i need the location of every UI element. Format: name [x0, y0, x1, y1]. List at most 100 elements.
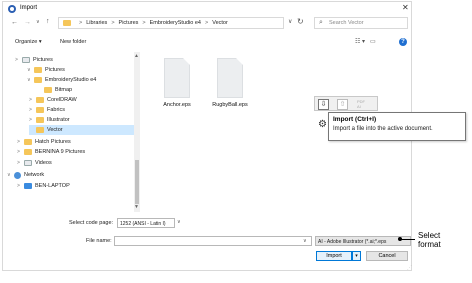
resize-grip-icon[interactable]: ⋰ [407, 265, 412, 271]
tree-item-label: Fabrics [47, 107, 66, 113]
code-page-select[interactable]: 1252 (ANSI - Latin I) [117, 218, 175, 228]
tree-item-videos[interactable]: > Videos [17, 158, 135, 168]
tree-item-label: Bitmap [55, 87, 73, 93]
expand-chevron-icon[interactable]: > [15, 57, 22, 63]
cancel-button[interactable]: Cancel [366, 251, 408, 261]
tooltip-title: Import (Ctrl+I) [333, 116, 377, 123]
code-page-label: Select code page: [69, 220, 114, 226]
tree-item-network[interactable]: ∨ Network [7, 170, 135, 180]
expand-chevron-icon[interactable]: > [17, 149, 24, 155]
tree-item-label: BEN-LAPTOP [35, 183, 70, 189]
tree-item-pictures[interactable]: ∨ Pictures [27, 65, 135, 75]
gear-icon[interactable]: ⚙ [318, 119, 327, 130]
expand-chevron-icon[interactable]: > [17, 183, 24, 189]
search-box[interactable]: ⌕ Search Vector [314, 17, 408, 29]
collapse-chevron-icon[interactable]: ∨ [27, 77, 34, 83]
import-tooltip: Import (Ctrl+I) Import a file into the a… [328, 112, 466, 141]
tooltip-body: Import a file into the active document. [333, 126, 433, 132]
collapse-chevron-icon[interactable]: ∨ [27, 67, 34, 73]
folder-icon [44, 87, 52, 93]
tree-item-embroiderystudio-e4[interactable]: ∨ EmbroideryStudio e4 [27, 75, 135, 85]
tree-item-label: Pictures [33, 57, 53, 63]
folder-icon [34, 77, 42, 83]
import-toolbar: ⇩ ⇧ PDF AI [314, 96, 378, 111]
document-icon [164, 58, 190, 98]
tree-item-pictures[interactable]: > Pictures [15, 55, 135, 65]
callout-line-1: Select [418, 231, 441, 240]
command-bar: Organize ▾ New folder ☷ ▾ ▭ ? [3, 35, 411, 49]
tree-item-vector[interactable]: Vector [29, 125, 135, 135]
forward-button[interactable]: → [24, 19, 31, 27]
window-title: Import [20, 5, 38, 11]
file-name-input[interactable] [114, 236, 312, 246]
chevron-down-icon[interactable]: ∨ [303, 238, 307, 244]
tree-item-label: Vector [47, 127, 63, 133]
document-icon [217, 58, 243, 98]
expand-chevron-icon[interactable]: > [17, 139, 24, 145]
tree-item-bernina-9-pictures[interactable]: > BERNINA 9 Pictures [17, 147, 135, 157]
recent-chevron-icon[interactable]: ∨ [36, 18, 40, 26]
breadcrumb-pictures[interactable]: Pictures [119, 20, 139, 26]
close-button[interactable]: ✕ [402, 4, 409, 12]
search-input[interactable]: Search Vector [329, 20, 364, 26]
import-options-dropdown[interactable]: ▾ [352, 251, 361, 261]
tree-item-bitmap[interactable]: Bitmap [37, 85, 135, 95]
folder-icon [24, 139, 32, 145]
search-icon: ⌕ [319, 19, 323, 26]
tree-item-label: Hatch Pictures [35, 139, 71, 145]
network-icon [14, 171, 21, 179]
select-format-callout: Select format [418, 231, 441, 249]
folder-icon [36, 97, 44, 103]
folder-icon [63, 20, 71, 26]
folder-icon [36, 127, 44, 133]
file-name-label: File name: [86, 238, 112, 244]
new-folder-button[interactable]: New folder [60, 39, 86, 45]
folder-icon [24, 149, 32, 155]
scrollbar-thumb[interactable] [135, 160, 139, 204]
back-button[interactable]: ← [11, 19, 18, 27]
scroll-down-icon[interactable]: ▼ [134, 204, 139, 210]
expand-chevron-icon[interactable]: > [17, 160, 24, 166]
tree-item-fabrics[interactable]: > Fabrics [29, 105, 135, 115]
tree-item-illustrator[interactable]: > Illustrator [29, 115, 135, 125]
videos-icon [24, 160, 32, 166]
help-button[interactable]: ? [399, 38, 407, 46]
breadcrumb-vector[interactable]: Vector [212, 20, 228, 26]
tree-item-ben-laptop[interactable]: > BEN-LAPTOP [17, 181, 135, 191]
scroll-up-icon[interactable]: ▲ [134, 53, 139, 59]
tree-item-coreldraw[interactable]: > CorelDRAW [29, 95, 135, 105]
import-icon[interactable]: ⇩ [318, 99, 329, 110]
file-format-select[interactable]: AI - Adobe Illustrator (*.ai;*.eps [315, 236, 411, 246]
export-icon[interactable]: ⇧ [337, 99, 348, 110]
expand-chevron-icon[interactable]: > [29, 97, 36, 103]
pdf-ai-label: PDF AI [357, 99, 365, 109]
refresh-button[interactable]: ↻ [297, 17, 304, 26]
up-button[interactable]: ↑ [46, 18, 50, 26]
breadcrumb-libraries[interactable]: Libraries [86, 20, 107, 26]
file-item[interactable]: RugbyBall.eps [208, 58, 252, 108]
pictures-icon [22, 57, 30, 63]
tree-item-label: CorelDRAW [47, 97, 77, 103]
tree-item-hatch-pictures[interactable]: > Hatch Pictures [17, 137, 135, 147]
file-item[interactable]: Anchor.eps [155, 58, 199, 108]
tree-item-label: BERNINA 9 Pictures [35, 149, 86, 155]
chevron-down-icon[interactable]: ∨ [177, 219, 181, 225]
breadcrumb: > Libraries > Pictures > EmbroideryStudi… [79, 20, 228, 26]
breadcrumb-separator: > [111, 20, 115, 26]
breadcrumb-embroiderystudio[interactable]: EmbroideryStudio e4 [150, 20, 201, 26]
address-dropdown-icon[interactable]: ∨ [288, 18, 292, 25]
organize-menu[interactable]: Organize ▾ [15, 39, 42, 45]
navigation-pane: > Pictures ∨ Pictures ∨ EmbroideryStudio e4 Bi… [3, 52, 141, 215]
collapse-chevron-icon[interactable]: ∨ [7, 172, 14, 178]
tree-item-label: Pictures [45, 67, 65, 73]
address-bar[interactable]: > Libraries > Pictures > EmbroideryStudi… [58, 17, 284, 29]
callout-line [400, 239, 415, 240]
folder-icon [36, 107, 44, 113]
view-options-icon[interactable]: ☷ ▾ ▭ [355, 38, 376, 45]
expand-chevron-icon[interactable]: > [29, 117, 36, 123]
import-button[interactable]: Import [316, 251, 352, 261]
folder-icon [36, 117, 44, 123]
file-name: RugbyBall.eps [212, 102, 248, 108]
expand-chevron-icon[interactable]: > [29, 107, 36, 113]
title-bar: Import ✕ [3, 2, 411, 16]
